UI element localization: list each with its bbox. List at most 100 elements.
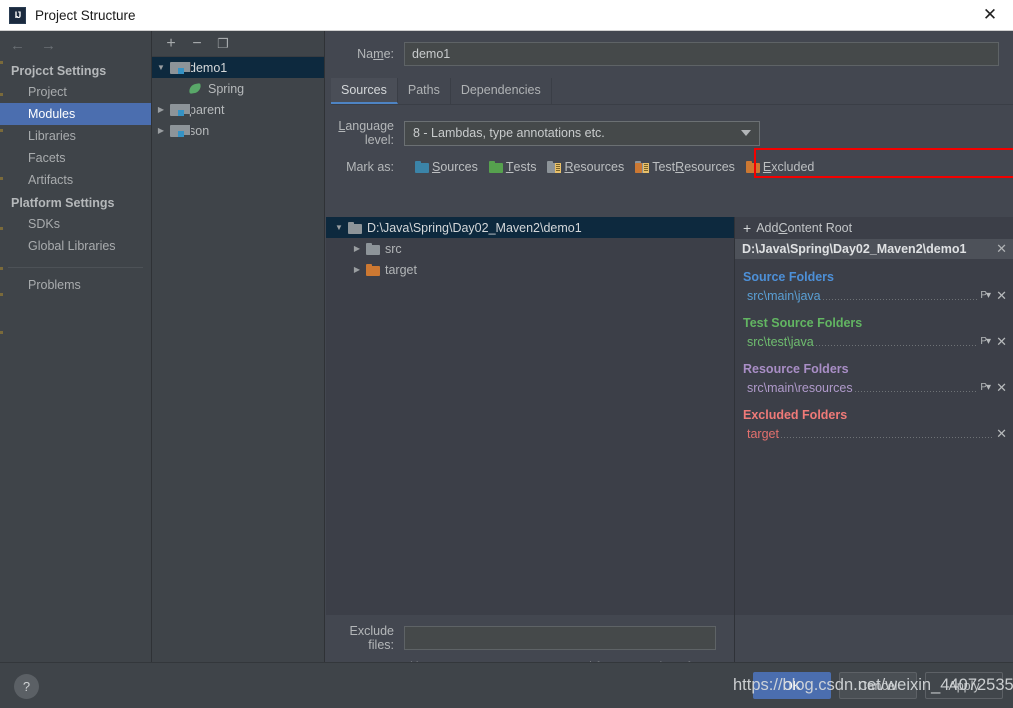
sidebar-group-project-settings: Projcct Settings — [11, 64, 107, 78]
exclude-files-input[interactable] — [404, 626, 716, 650]
mark-as-tests-button[interactable]: Tests — [488, 160, 536, 174]
project-structure-dialog: Project Structure ✕ ← → Projcct Settings… — [0, 0, 1013, 708]
module-icon — [170, 61, 191, 74]
module-icon — [170, 103, 191, 116]
package-prefix-icon[interactable]: P▾ — [980, 290, 991, 301]
resource-folder-path: src\main\resources — [747, 380, 853, 395]
plus-icon: + — [743, 220, 752, 236]
test-source-folders-title: Test Source Folders — [743, 316, 863, 330]
content-tree-row-target[interactable]: ▶ target — [326, 259, 734, 280]
content-tree-row-src[interactable]: ▶ src — [326, 238, 734, 259]
sidebar-item-artifacts[interactable]: Artifacts — [0, 169, 151, 191]
tests-folder-icon — [488, 161, 503, 173]
add-content-root-button[interactable]: + Add Content Root — [735, 217, 1013, 239]
content-root-header: D:\Java\Spring\Day02_Maven2\demo1 ✕ — [735, 239, 1013, 259]
close-icon[interactable]: ✕ — [967, 0, 1013, 30]
source-folder-path: src\main\java — [747, 288, 821, 303]
test-source-folder-path: src\test\java — [747, 334, 814, 349]
folder-label: target — [385, 262, 417, 277]
chevron-right-icon[interactable]: ▶ — [152, 105, 170, 114]
chevron-down-icon[interactable] — [741, 130, 751, 136]
content-root-tree: ▼ D:\Java\Spring\Day02_Maven2\demo1 ▶ sr… — [326, 217, 735, 615]
mark-as-resources-button[interactable]: Resources — [547, 160, 624, 174]
chevron-right-icon[interactable]: ▶ — [348, 265, 366, 274]
module-list-panel: + − ❐ ▼ demo1 Spring ▶ parent ▶ son — [152, 31, 325, 662]
chevron-down-icon[interactable]: ▼ — [330, 223, 348, 232]
sidebar-item-sdks[interactable]: SDKs — [0, 213, 151, 235]
language-level-label: Language level: — [338, 119, 394, 147]
module-editor-panel: Name: demo1 Sources Paths Dependencies L… — [326, 31, 1013, 693]
module-icon — [170, 124, 191, 137]
module-label: demo1 — [189, 60, 228, 75]
remove-source-folder-icon[interactable]: ✕ — [996, 288, 1007, 304]
title-bar: Project Structure ✕ — [0, 0, 1013, 31]
mark-as-test-resources-button[interactable]: Test Resources — [635, 160, 735, 174]
chevron-right-icon[interactable]: ▶ — [348, 244, 366, 253]
exclude-files-label: Exclude files: — [349, 624, 394, 652]
facet-label: Spring — [208, 81, 245, 96]
forward-icon[interactable]: → — [41, 38, 56, 53]
tab-paths[interactable]: Paths — [398, 78, 451, 104]
sidebar-group-platform-settings: Platform Settings — [11, 196, 115, 210]
content-root-row[interactable]: ▼ D:\Java\Spring\Day02_Maven2\demo1 — [326, 217, 734, 238]
tab-sources[interactable]: Sources — [331, 78, 398, 104]
copy-module-button[interactable]: ❐ — [210, 32, 236, 56]
sources-split: ▼ D:\Java\Spring\Day02_Maven2\demo1 ▶ sr… — [326, 217, 1013, 615]
remove-excluded-folder-icon[interactable]: ✕ — [996, 426, 1007, 442]
module-name-input[interactable]: demo1 — [404, 42, 999, 66]
excluded-folders-title: Excluded Folders — [743, 408, 848, 422]
folder-icon — [366, 242, 380, 255]
window-title: Project Structure — [35, 7, 136, 23]
chevron-down-icon[interactable]: ▼ — [152, 63, 170, 72]
package-prefix-icon[interactable]: P▾ — [980, 382, 991, 393]
source-folders-title: Source Folders — [743, 270, 834, 284]
sidebar-item-global-libraries[interactable]: Global Libraries — [0, 235, 151, 257]
sidebar-item-facets[interactable]: Facets — [0, 147, 151, 169]
language-level-row: Language level: 8 - Lambdas, type annota… — [326, 105, 1013, 147]
entry-dots — [815, 345, 979, 346]
remove-content-root-icon[interactable]: ✕ — [996, 241, 1007, 257]
resource-folder-entry[interactable]: src\main\resources P▾ ✕ — [735, 378, 1013, 397]
chevron-right-icon[interactable]: ▶ — [152, 126, 170, 135]
exclude-files-row: Exclude files: — [326, 615, 734, 652]
entry-dots — [854, 391, 979, 392]
intellij-idea-icon — [9, 6, 26, 24]
name-row: Name: demo1 — [326, 31, 1013, 66]
sidebar-item-libraries[interactable]: Libraries — [0, 125, 151, 147]
add-module-button[interactable]: + — [158, 32, 184, 56]
sidebar-item-project[interactable]: Project — [0, 81, 151, 103]
module-toolbar: + − ❐ — [152, 31, 324, 57]
settings-sidebar: ← → Projcct Settings Project Modules Lib… — [0, 31, 152, 662]
sidebar-nav: ← → — [0, 31, 151, 59]
remove-resource-folder-icon[interactable]: ✕ — [996, 380, 1007, 396]
excluded-folder-entry[interactable]: target ✕ — [735, 424, 1013, 443]
tab-dependencies[interactable]: Dependencies — [451, 78, 552, 104]
editor-tabs: Sources Paths Dependencies — [331, 78, 1013, 105]
resource-folders-title: Resource Folders — [743, 362, 849, 376]
entry-dots — [822, 299, 979, 300]
source-folder-entry[interactable]: src\main\java P▾ ✕ — [735, 286, 1013, 305]
module-label: son — [189, 123, 210, 138]
remove-test-source-folder-icon[interactable]: ✕ — [996, 334, 1007, 350]
mark-as-sources-button[interactable]: Sources — [415, 160, 478, 174]
back-icon[interactable]: ← — [10, 38, 25, 53]
sources-folder-icon — [415, 161, 429, 173]
remove-module-button[interactable]: − — [184, 32, 210, 56]
module-tree-item-parent[interactable]: ▶ parent — [152, 99, 324, 120]
language-level-value: 8 - Lambdas, type annotations etc. — [413, 126, 605, 140]
language-level-select[interactable]: 8 - Lambdas, type annotations etc. — [404, 120, 760, 146]
sidebar-item-problems[interactable]: Problems — [0, 274, 151, 296]
watermark-text: https://blog.csdn.net/weixin_44072535 — [733, 676, 1013, 694]
content-root-path: D:\Java\Spring\Day02_Maven2\demo1 — [367, 220, 582, 235]
sidebar-item-modules[interactable]: Modules — [0, 103, 151, 125]
mark-as-excluded-button[interactable]: Excluded — [745, 160, 814, 174]
help-button[interactable]: ? — [14, 674, 39, 699]
entry-dots — [780, 437, 995, 438]
package-prefix-icon[interactable]: P▾ — [980, 336, 991, 347]
module-tree-item-son[interactable]: ▶ son — [152, 120, 324, 141]
content-roots-panel: + Add Content Root D:\Java\Spring\Day02_… — [735, 217, 1013, 615]
module-tree-item-demo1[interactable]: ▼ demo1 — [152, 57, 324, 78]
test-source-folder-entry[interactable]: src\test\java P▾ ✕ — [735, 332, 1013, 351]
content-root-header-path: D:\Java\Spring\Day02_Maven2\demo1 — [742, 242, 967, 256]
module-tree-item-spring[interactable]: Spring — [152, 78, 324, 99]
